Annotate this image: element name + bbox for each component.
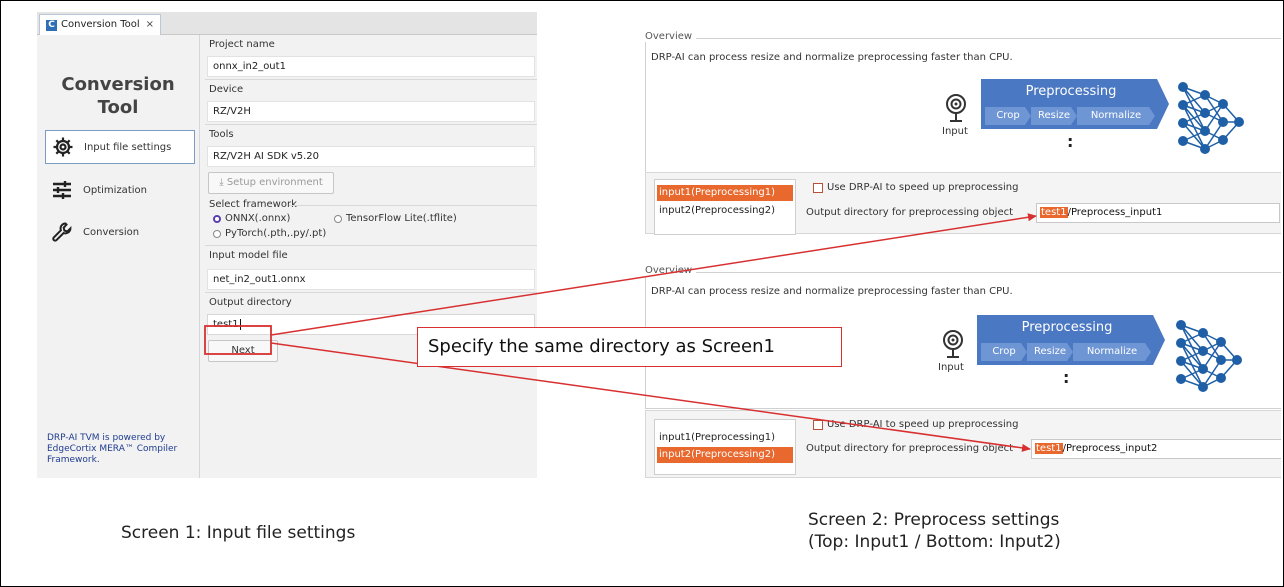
sidebar-item-input-file-settings[interactable]: Input file settings [45,130,195,164]
input-label: Input [942,126,968,137]
sidebar-title-line2: Tool [97,97,139,118]
sidebar-footer: DRP-AI TVM is powered by EdgeCortix MERA… [47,433,178,465]
close-icon[interactable]: × [146,15,154,35]
sliders-icon [53,181,71,199]
download-icon: ⤓ [219,177,224,188]
sidebar-item-label: Input file settings [84,141,172,153]
output-directory-field[interactable]: test1/Preprocess_input2 [1031,439,1281,459]
diagram-step-resize: Resize [1037,110,1071,121]
list-item-input2[interactable]: input2(Preprocessing2) [657,203,793,219]
select-framework-label: Select framework [209,199,297,210]
diagram-step-normalize: Normalize [1086,346,1138,357]
ellipsis: : [1067,132,1074,151]
list-item-input1[interactable]: input1(Preprocessing1) [657,430,793,446]
use-drpai-checkbox[interactable]: Use DRP-AI to speed up preprocessing [813,182,1018,193]
tools-field[interactable]: RZ/V2H AI SDK v5.20 [207,146,535,167]
sidebar-item-optimization[interactable]: Optimization [45,173,195,207]
tab-bar: C Conversion Tool × [37,12,537,35]
diagram-title: Preprocessing [1021,320,1113,335]
list-item-input1[interactable]: input1(Preprocessing1) [657,185,793,201]
tab-conversion-tool[interactable]: C Conversion Tool × [39,14,162,35]
checkbox-icon [813,182,823,193]
checkbox-icon [813,419,823,430]
gear-icon [53,137,73,157]
sidebar-item-conversion[interactable]: Conversion [45,215,195,249]
caption-screen1: Screen 1: Input file settings [121,523,356,543]
divider [205,124,537,125]
output-directory-field[interactable]: test1/Preprocess_input1 [1036,203,1280,223]
ellipsis: : [1063,368,1070,387]
overview-title: Overview [645,265,697,276]
overview-description: DRP-AI can process resize and normalize … [651,52,1013,63]
preprocessing-diagram: Preprocessing Crop Resize Normalize [977,315,1167,365]
diagram-title: Preprocessing [1025,84,1117,99]
overview-description: DRP-AI can process resize and normalize … [651,286,1013,297]
tab-label: Conversion Tool [61,19,140,30]
sidebar-item-label: Conversion [83,226,140,238]
sidebar-title: Conversion Tool [37,73,199,119]
setup-environment-button[interactable]: ⤓ Setup environment [208,172,334,194]
tools-label: Tools [209,129,234,140]
divider [289,205,537,206]
device-label: Device [209,84,244,95]
output-directory-label: Output directory for preprocessing objec… [806,207,1014,218]
divider [205,79,537,80]
next-button[interactable]: Next [208,340,278,362]
preprocessing-diagram: Preprocessing Crop Resize Normalize [981,79,1171,129]
sidebar-item-label: Optimization [83,184,147,196]
device-field[interactable]: RZ/V2H [207,101,535,122]
caption-screen2: Screen 2: Preprocess settings (Top: Inpu… [808,509,1061,553]
input-list: input1(Preprocessing1) input2(Preprocess… [654,179,796,235]
overview-panel-top: Overview DRP-AI can process resize and n… [645,31,1281,175]
radio-tflite[interactable]: TensorFlow Lite(.tflite) [334,213,457,224]
preprocess-settings-bottom: input1(Preprocessing1) input2(Preprocess… [645,410,1281,478]
radio-onnx[interactable]: ONNX(.onnx) [213,213,290,224]
divider [205,292,537,293]
output-directory-label: Output directory [209,297,292,308]
neural-network-icon [1178,82,1244,154]
highlighted-prefix: test1 [1040,207,1068,218]
sidebar-title-line1: Conversion [61,74,175,95]
use-drpai-checkbox[interactable]: Use DRP-AI to speed up preprocessing [813,419,1018,430]
diagram-step-crop: Crop [996,110,1020,121]
input-list: input1(Preprocessing1) input2(Preprocess… [654,419,796,475]
wrench-icon [52,222,72,242]
overview-title: Overview [645,31,697,42]
diagram-step-crop: Crop [992,346,1016,357]
diagram-step-normalize: Normalize [1090,110,1142,121]
input-label: Input [938,362,964,373]
divider [205,245,537,246]
radio-unselected-icon [213,229,221,238]
neural-network-icon [1176,320,1242,392]
output-directory-label: Output directory for preprocessing objec… [806,443,1014,454]
input-model-file-label: Input model file [209,250,288,261]
list-item-input2[interactable]: input2(Preprocessing2) [657,447,793,463]
screen1-window: C Conversion Tool × Conversion Tool Inpu… [37,12,537,478]
highlighted-prefix: test1 [1035,443,1063,454]
caption-screen2-line2: (Top: Input1 / Bottom: Input2) [808,532,1061,552]
diagram-step-resize: Resize [1033,346,1067,357]
project-name-label: Project name [209,39,275,50]
project-name-field[interactable]: onnx_in2_out1 [207,56,535,77]
input-model-file-field[interactable]: net_in2_out1.onnx [207,269,535,290]
radio-selected-icon [213,214,221,223]
callout-box: Specify the same directory as Screen1 [417,327,842,367]
sidebar: Conversion Tool Input file settings Opti… [37,35,200,478]
caption-screen2-line1: Screen 2: Preprocess settings [808,510,1060,530]
webcam-icon [943,330,963,358]
radio-pytorch[interactable]: PyTorch(.pth,.py/.pt) [213,228,326,239]
text-cursor [239,319,241,330]
radio-unselected-icon [334,214,342,223]
app-logo-icon: C [46,19,57,31]
webcam-icon [946,94,966,122]
preprocess-settings-top: input1(Preprocessing1) input2(Preprocess… [645,172,1281,235]
